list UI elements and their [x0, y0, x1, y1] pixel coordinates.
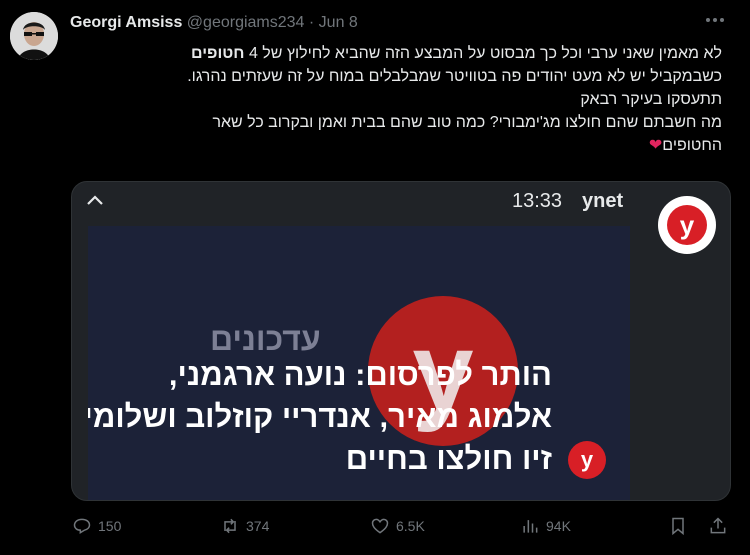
tweet-line-1: לא מאמין שאני ערבי וכל כך מבסוט על המבצע… — [72, 42, 722, 65]
ynet-small-logo: y — [568, 441, 606, 479]
share-button[interactable] — [708, 516, 728, 536]
tweet-date[interactable]: Jun 8 — [319, 14, 358, 31]
media-screenshot[interactable]: 13:33 ynet y y עדכונים הותר לפרסום: נועה… — [71, 181, 731, 501]
headline-line-3: זיו חולצו בחיים — [345, 441, 552, 476]
bookmark-button[interactable] — [668, 516, 688, 536]
views-icon — [523, 520, 538, 533]
notification-source: ynet — [582, 190, 624, 212]
views-count: 94K — [546, 518, 571, 534]
heart-emoji-icon: ❤ — [648, 137, 663, 154]
repost-button[interactable]: 374 — [220, 516, 269, 536]
reply-count: 150 — [98, 518, 122, 534]
tweet-line-1-bold: חטופים — [191, 45, 245, 62]
tweet-text: לא מאמין שאני ערבי וכל כך מבסוט על המבצע… — [72, 42, 722, 157]
like-count: 6.5K — [396, 518, 425, 534]
tweet-line-3: תתעסקו בעיקר רבאק — [580, 91, 722, 108]
bookmark-icon — [672, 517, 684, 536]
notification-time: 13:33 — [512, 190, 563, 212]
author-name[interactable]: Georgi Amsiss — [70, 14, 182, 31]
action-bar: 150 374 6.5K 94K — [72, 516, 732, 544]
tweet-line-5: החטופים❤ — [72, 134, 722, 157]
like-button[interactable]: 6.5K — [370, 516, 425, 536]
views-button[interactable]: 94K — [520, 516, 571, 536]
tweet-header: Georgi Amsiss @georgiams234 · Jun 8 — [70, 14, 358, 32]
tweet-line-1-text: לא מאמין שאני ערבי וכל כך מבסוט על המבצע… — [248, 45, 722, 62]
headline-line-1: הותר לפרסום: נועה ארגמני, — [168, 357, 552, 392]
separator-dot: · — [308, 14, 315, 31]
more-horizontal-icon[interactable] — [700, 10, 730, 34]
author-handle[interactable]: @georgiams234 — [187, 14, 305, 31]
tweet-line-5-text: החטופים — [662, 137, 722, 154]
updates-watermark: עדכונים — [210, 321, 321, 357]
reply-icon — [73, 518, 91, 534]
reply-button[interactable]: 150 — [72, 516, 121, 536]
repost-icon — [224, 518, 236, 534]
ynet-logo-letter: y — [667, 205, 707, 245]
headline-line-2: אלמוג מאיר, אנדריי קוזלוב ושלומי — [88, 399, 552, 434]
repost-count: 374 — [246, 518, 270, 534]
video-headline: הותר לפרסום: נועה ארגמני, אלמוג מאיר, אנ… — [88, 354, 552, 480]
tweet-line-2: כשבמקביל יש לא מעט יהודים פה בטוויטר שמב… — [187, 68, 722, 85]
chevron-up-icon — [84, 190, 106, 218]
share-icon — [710, 517, 726, 534]
tweet-line-4: מה חשבתם שהם חולצו מג'ימבורי? כמה טוב שה… — [212, 114, 722, 131]
avatar[interactable] — [10, 12, 58, 60]
ynet-logo: y — [658, 196, 716, 254]
video-frame[interactable]: y עדכונים הותר לפרסום: נועה ארגמני, אלמו… — [88, 226, 630, 500]
heart-icon — [371, 518, 389, 534]
